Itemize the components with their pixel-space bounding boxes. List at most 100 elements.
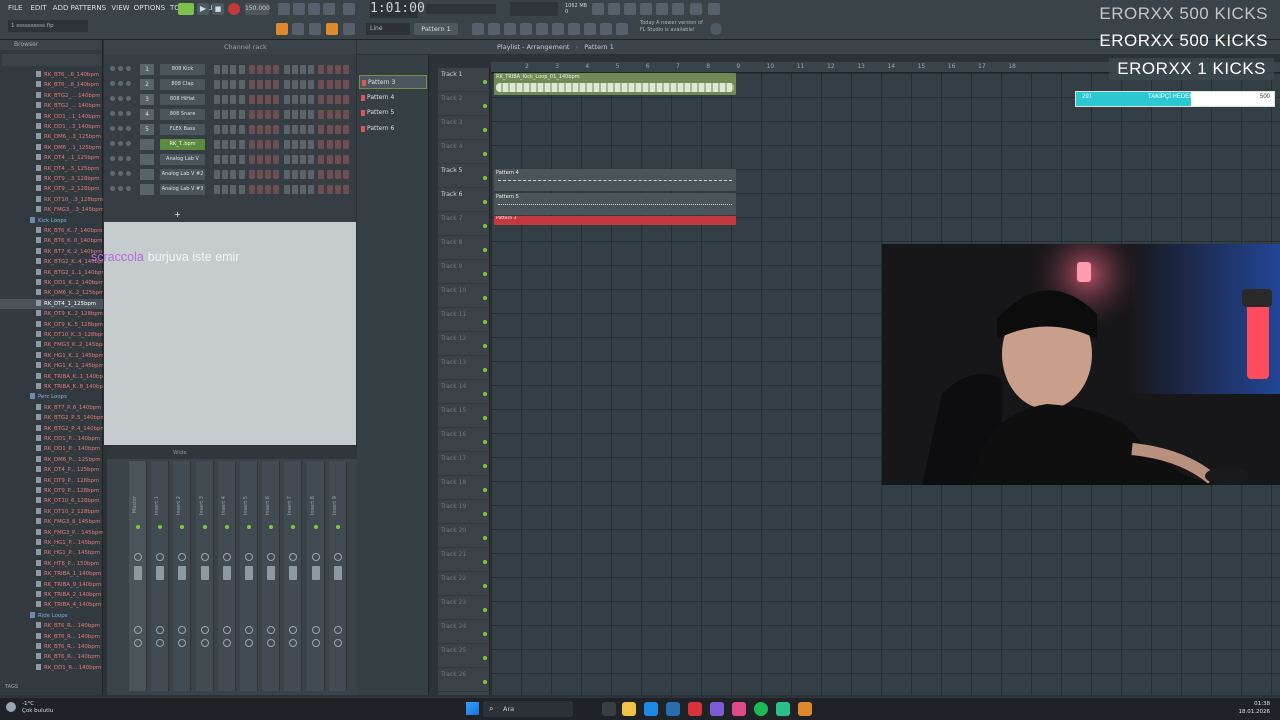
tool-icon[interactable] xyxy=(504,23,516,35)
mixer-view-icon[interactable] xyxy=(309,23,321,35)
mixer-knob[interactable] xyxy=(333,553,342,561)
channel-name-button[interactable]: RK_T..bpm xyxy=(160,139,205,150)
step-button[interactable] xyxy=(248,140,255,149)
channel-control-icon[interactable] xyxy=(118,141,123,146)
step-button[interactable] xyxy=(308,110,315,119)
step-button[interactable] xyxy=(343,65,349,74)
settings-icon[interactable] xyxy=(710,23,722,35)
step-button[interactable] xyxy=(214,140,220,149)
track-mute-icon[interactable] xyxy=(483,584,487,588)
track-mute-icon[interactable] xyxy=(483,344,487,348)
tool-icon[interactable] xyxy=(536,23,548,35)
weather-widget[interactable]: -1°C Çok bulutlu xyxy=(22,701,53,715)
step-button[interactable] xyxy=(291,125,298,134)
step-button[interactable] xyxy=(214,125,220,134)
mixer-knob[interactable] xyxy=(245,639,253,647)
step-button[interactable] xyxy=(257,95,263,104)
channel-control-icon[interactable] xyxy=(118,66,123,71)
discord-icon[interactable] xyxy=(710,702,724,716)
mixer-knob[interactable] xyxy=(200,553,209,561)
mixer-knob[interactable] xyxy=(178,639,187,647)
mixer-knob[interactable] xyxy=(178,626,187,634)
pattern-item[interactable]: Pattern 5 xyxy=(359,106,427,120)
browser-file[interactable]: RK_DT9_P... 128bpm xyxy=(0,486,103,496)
browser-file[interactable]: RK_BT6_K..0_140bpm xyxy=(0,236,103,246)
audio-clip[interactable]: RK_TRIBA_Kick_Loop_01_140bpm xyxy=(494,73,736,95)
tool-icon[interactable] xyxy=(584,23,596,35)
step-button[interactable] xyxy=(230,170,237,179)
browser-file[interactable]: RK_TRIBA_K..1_140bpm xyxy=(0,372,103,382)
track-header[interactable]: Track 20 xyxy=(438,524,490,548)
track-mute-icon[interactable] xyxy=(483,392,487,396)
step-button[interactable] xyxy=(291,95,298,104)
step-button[interactable] xyxy=(283,65,290,74)
step-button[interactable] xyxy=(238,80,245,89)
browser-file[interactable]: RK_BT6_..6_140bpm xyxy=(0,70,103,80)
track-header[interactable]: Track 14 xyxy=(438,380,490,404)
step-button[interactable] xyxy=(326,140,333,149)
channel-control-icon[interactable] xyxy=(126,96,131,101)
edge-icon[interactable] xyxy=(644,702,658,716)
step-button[interactable] xyxy=(238,155,245,164)
browser-file[interactable]: RK_DT4_..5_125bpm xyxy=(0,164,103,174)
track-header[interactable]: Track 15 xyxy=(438,404,490,428)
mixer-knob[interactable] xyxy=(134,639,142,647)
browser-file[interactable]: RK_DD1_R... 140bpm xyxy=(0,663,103,673)
snap-select[interactable]: Line xyxy=(366,23,410,35)
mixer-fader[interactable] xyxy=(311,566,320,580)
step-button[interactable] xyxy=(248,155,255,164)
mixer-led-icon[interactable] xyxy=(291,525,296,529)
step-button[interactable] xyxy=(273,170,280,179)
channel-number[interactable] xyxy=(140,139,154,150)
mixer-fader[interactable] xyxy=(289,566,298,580)
track-mute-icon[interactable] xyxy=(483,608,487,612)
menu-item[interactable]: ADD xyxy=(53,4,69,12)
channel-control-icon[interactable] xyxy=(110,96,115,101)
menu-item[interactable]: PATTERNS xyxy=(71,4,106,12)
step-button[interactable] xyxy=(230,110,237,119)
step-button[interactable] xyxy=(257,110,263,119)
browser-file[interactable]: RK_BTG2_1..1_140bpm xyxy=(0,268,103,278)
step-button[interactable] xyxy=(343,95,349,104)
channel-name-button[interactable]: Analog Lab V #3 xyxy=(160,184,205,195)
browser-file[interactable]: RK_DT10_2_128bpm xyxy=(0,507,103,517)
browser-file[interactable]: RK_TRIBA_1_140bpm xyxy=(0,569,103,579)
step-button[interactable] xyxy=(273,80,280,89)
step-button[interactable] xyxy=(238,110,245,119)
track-mute-icon[interactable] xyxy=(483,320,487,324)
track-header[interactable]: Track 16 xyxy=(438,428,490,452)
pattern-clip[interactable]: Pattern 4 xyxy=(494,169,736,191)
step-button[interactable] xyxy=(222,80,229,89)
track-mute-icon[interactable] xyxy=(483,440,487,444)
browser-file[interactable]: RK_FMG3_P... 145bpm xyxy=(0,528,103,538)
mixer-led-icon[interactable] xyxy=(180,525,185,529)
track-header[interactable]: Track 26 xyxy=(438,668,490,692)
channel-row[interactable]: Analog Lab V #2 xyxy=(104,167,356,182)
mixer-fader[interactable] xyxy=(178,566,187,580)
pattern-item[interactable]: Pattern 6 xyxy=(359,122,427,136)
mixer-fader[interactable] xyxy=(156,566,165,580)
step-button[interactable] xyxy=(283,185,290,194)
mixer-fader[interactable] xyxy=(134,566,142,580)
channel-name-button[interactable]: 808 HiHat xyxy=(160,94,205,105)
mixer-led-icon[interactable] xyxy=(158,525,163,529)
track-header[interactable]: Track 8 xyxy=(438,236,490,260)
track-mute-icon[interactable] xyxy=(483,560,487,564)
step-button[interactable] xyxy=(273,65,280,74)
track-header[interactable]: Track 19 xyxy=(438,500,490,524)
channel-number[interactable]: 2 xyxy=(140,79,154,90)
browser-file[interactable]: RK_DM6_..3_125bpm xyxy=(0,132,103,142)
step-button[interactable] xyxy=(273,95,280,104)
browser-file[interactable]: RK_DD1_P... 140bpm xyxy=(0,434,103,444)
channel-control-icon[interactable] xyxy=(126,186,131,191)
step-button[interactable] xyxy=(334,110,341,119)
mixer-knob[interactable] xyxy=(245,553,253,561)
tool-icon[interactable] xyxy=(488,23,500,35)
mixer-led-icon[interactable] xyxy=(335,525,340,529)
step-button[interactable] xyxy=(300,125,306,134)
track-header[interactable]: Track 11 xyxy=(438,308,490,332)
step-button[interactable] xyxy=(291,80,298,89)
step-button[interactable] xyxy=(257,155,263,164)
step-button[interactable] xyxy=(273,110,280,119)
browser-file[interactable]: RK_DT9_K..2_128bpm xyxy=(0,309,103,319)
